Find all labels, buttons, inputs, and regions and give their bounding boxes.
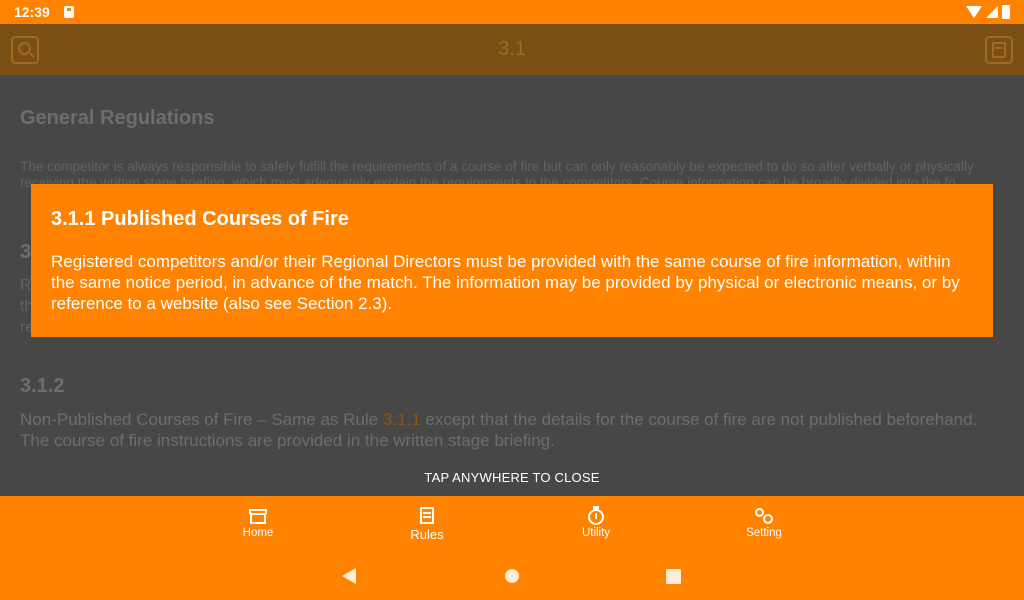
status-time: 12:39 [14, 4, 50, 20]
nav-item-home[interactable]: Home [198, 496, 318, 552]
tap-to-close-hint[interactable]: TAP ANYWHERE TO CLOSE [0, 470, 1024, 485]
rule-311-link[interactable]: 3.1.1 [383, 410, 421, 429]
page-title: 3.1 [498, 38, 526, 60]
book-icon [992, 42, 1006, 58]
status-indicators [966, 4, 1010, 20]
recents-icon[interactable] [666, 569, 681, 584]
nav-label-utility: Utility [581, 527, 611, 539]
section-title: General Regulations [20, 107, 215, 129]
battery-icon [1002, 5, 1010, 19]
back-icon[interactable] [342, 568, 356, 584]
stopwatch-icon [586, 506, 606, 525]
book-button[interactable] [985, 36, 1013, 64]
rule-312-text-before: Non-Published Courses of Fire – Same as … [20, 410, 383, 429]
sim-card-icon [64, 6, 74, 18]
home-circle-icon[interactable] [505, 569, 519, 583]
nav-label-rules: Rules [410, 527, 444, 542]
rule-popup[interactable]: 3.1.1 Published Courses of Fire Register… [31, 184, 993, 337]
rule-311-heading-fragment: 3 [20, 241, 32, 263]
rule-312-heading: 3.1.2 [20, 375, 65, 397]
status-bar: 12:39 [0, 0, 1024, 24]
home-icon [248, 507, 268, 525]
nav-label-home: Home [242, 527, 274, 539]
wifi-icon [966, 6, 982, 18]
rule-312-paragraph: Non-Published Courses of Fire – Same as … [20, 409, 1010, 451]
popup-text: Registered competitors and/or their Regi… [51, 252, 960, 313]
nav-item-rules[interactable]: Rules [367, 496, 487, 552]
nav-item-setting[interactable]: Setting [704, 496, 824, 552]
system-navigation-bar [0, 552, 1024, 600]
gears-icon [754, 507, 774, 525]
popup-title: 3.1.1 Published Courses of Fire [51, 208, 349, 230]
nav-item-utility[interactable]: Utility [536, 496, 656, 552]
rules-icon [417, 507, 437, 525]
bottom-navigation: Home Rules Utility Setting [0, 496, 1024, 552]
app-bar: 3.1 [0, 24, 1024, 75]
signal-icon [986, 6, 998, 18]
nav-label-setting: Setting [746, 527, 782, 539]
